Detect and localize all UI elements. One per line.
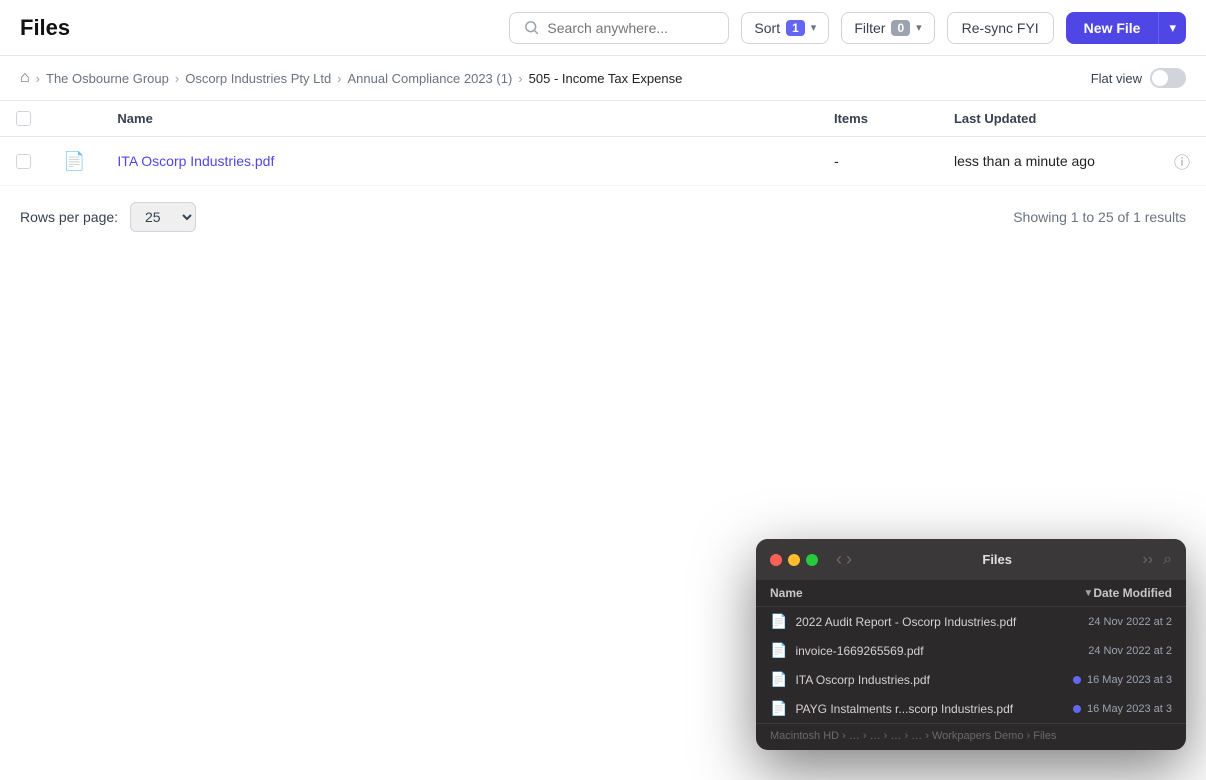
- finder-dot-indicator-2: [1073, 676, 1081, 684]
- finder-file-date-0: 24 Nov 2022 at 2: [1088, 616, 1172, 628]
- finder-forward-button[interactable]: ›: [846, 549, 852, 570]
- breadcrumb: ⌂ › The Osbourne Group › Oscorp Industri…: [0, 56, 1206, 101]
- breadcrumb-sep-1: ›: [175, 71, 179, 86]
- finder-window: ‹ › Files ›› ⌕ Name ▼ Date Modified 📄 20…: [756, 539, 1186, 750]
- finder-expand-icon[interactable]: ››: [1142, 551, 1153, 569]
- filter-button[interactable]: Filter 0 ▾: [841, 12, 934, 44]
- resync-button[interactable]: Re-sync FYI: [947, 12, 1054, 44]
- search-icon: [524, 20, 539, 35]
- header-items: Items: [818, 101, 938, 137]
- breadcrumb-item-3[interactable]: 505 - Income Tax Expense: [529, 71, 683, 86]
- new-file-group: New File ▾: [1066, 12, 1186, 44]
- new-file-chevron-button[interactable]: ▾: [1158, 12, 1186, 44]
- finder-file-date-3: 16 May 2023 at 3: [1087, 703, 1172, 715]
- resync-label: Re-sync FYI: [962, 20, 1039, 36]
- breadcrumb-sep-2: ›: [337, 71, 341, 86]
- row-items-cell: -: [818, 137, 938, 186]
- sort-badge: 1: [786, 20, 805, 36]
- flat-view-toggle: Flat view: [1091, 68, 1186, 88]
- row-name-cell: ITA Oscorp Industries.pdf: [101, 137, 818, 186]
- dot-yellow[interactable]: [788, 554, 800, 566]
- select-all-checkbox[interactable]: [16, 111, 31, 126]
- finder-file-row-2[interactable]: 📄 ITA Oscorp Industries.pdf 16 May 2023 …: [756, 665, 1186, 694]
- toggle-knob: [1152, 70, 1168, 86]
- finder-file-name-2: ITA Oscorp Industries.pdf: [795, 673, 1073, 687]
- finder-date-col-header[interactable]: Date Modified: [1093, 586, 1172, 600]
- row-checkbox-cell: [0, 137, 47, 186]
- finder-path: Macintosh HD › … › … › … › … › Workpaper…: [770, 730, 1056, 742]
- finder-nav: ‹ ›: [836, 549, 852, 570]
- rows-per-page: Rows per page: 25 50 100: [20, 202, 196, 232]
- search-box[interactable]: [509, 12, 729, 44]
- file-table: Name Items Last Updated 📄 ITA Oscorp Ind…: [0, 101, 1206, 186]
- page-title: Files: [20, 15, 70, 41]
- finder-back-button[interactable]: ‹: [836, 549, 842, 570]
- new-file-button[interactable]: New File: [1066, 12, 1159, 44]
- file-icon: 📄: [63, 151, 85, 171]
- finder-file-date-1: 24 Nov 2022 at 2: [1088, 645, 1172, 657]
- finder-file-row-3[interactable]: 📄 PAYG Instalments r...scorp Industries.…: [756, 694, 1186, 723]
- finder-dots: [770, 554, 818, 566]
- pagination-bar: Rows per page: 25 50 100 Showing 1 to 25…: [0, 186, 1206, 248]
- finder-title: Files: [862, 552, 1132, 567]
- finder-file-name-0: 2022 Audit Report - Oscorp Industries.pd…: [795, 615, 1088, 629]
- header-name: Name: [101, 101, 818, 137]
- sort-chevron-icon: ▾: [811, 21, 817, 34]
- filter-badge: 0: [891, 20, 910, 36]
- showing-text: Showing 1 to 25 of 1 results: [1013, 209, 1186, 225]
- finder-file-icon-2: 📄: [770, 671, 787, 688]
- header-actions: [1158, 101, 1206, 137]
- file-link[interactable]: ITA Oscorp Industries.pdf: [117, 153, 274, 169]
- breadcrumb-item-1[interactable]: Oscorp Industries Pty Ltd: [185, 71, 331, 86]
- finder-sort-indicator: ▼: [1083, 588, 1093, 599]
- finder-search-icon[interactable]: ⌕: [1163, 551, 1172, 569]
- finder-nav-right: ›› ⌕: [1142, 551, 1172, 569]
- search-input[interactable]: [547, 20, 707, 36]
- finder-dot-indicator-3: [1073, 705, 1081, 713]
- finder-file-icon-1: 📄: [770, 642, 787, 659]
- filter-chevron-icon: ▾: [916, 21, 922, 34]
- finder-file-row-1[interactable]: 📄 invoice-1669265569.pdf 24 Nov 2022 at …: [756, 636, 1186, 665]
- header-checkbox-col: [0, 101, 47, 137]
- finder-titlebar: ‹ › Files ›› ⌕: [756, 539, 1186, 580]
- table-row: 📄 ITA Oscorp Industries.pdf - less than …: [0, 137, 1206, 186]
- sort-label: Sort: [754, 20, 780, 36]
- top-bar: Files Sort 1 ▾ Filter 0 ▾ Re-sync FYI Ne…: [0, 0, 1206, 56]
- dot-red[interactable]: [770, 554, 782, 566]
- flat-view-label: Flat view: [1091, 71, 1142, 86]
- finder-file-row-0[interactable]: 📄 2022 Audit Report - Oscorp Industries.…: [756, 607, 1186, 636]
- rows-label: Rows per page:: [20, 209, 118, 225]
- finder-file-name-3: PAYG Instalments r...scorp Industries.pd…: [795, 702, 1073, 716]
- row-updated-cell: less than a minute ago: [938, 137, 1158, 186]
- finder-content: 📄 2022 Audit Report - Oscorp Industries.…: [756, 607, 1186, 723]
- row-icon-cell: 📄: [47, 137, 101, 186]
- table-header-row: Name Items Last Updated: [0, 101, 1206, 137]
- dot-green[interactable]: [806, 554, 818, 566]
- finder-col-header: Name ▼ Date Modified: [756, 580, 1186, 607]
- breadcrumb-item-0[interactable]: The Osbourne Group: [46, 71, 169, 86]
- finder-name-col-header[interactable]: Name: [770, 586, 1079, 600]
- finder-file-icon-0: 📄: [770, 613, 787, 630]
- breadcrumb-sep-3: ›: [518, 71, 522, 86]
- flat-view-switch[interactable]: [1150, 68, 1186, 88]
- header-updated: Last Updated: [938, 101, 1158, 137]
- info-icon[interactable]: ⓘ: [1174, 155, 1190, 172]
- row-checkbox[interactable]: [16, 154, 31, 169]
- rows-select[interactable]: 25 50 100: [130, 202, 196, 232]
- breadcrumb-sep-0: ›: [36, 71, 40, 86]
- header-icon-col: [47, 101, 101, 137]
- finder-file-date-2: 16 May 2023 at 3: [1087, 674, 1172, 686]
- filter-label: Filter: [854, 20, 885, 36]
- finder-file-name-1: invoice-1669265569.pdf: [795, 644, 1088, 658]
- sort-button[interactable]: Sort 1 ▾: [741, 12, 829, 44]
- finder-statusbar: Macintosh HD › … › … › … › … › Workpaper…: [756, 723, 1186, 750]
- row-actions-cell: ⓘ: [1158, 137, 1206, 186]
- home-icon[interactable]: ⌂: [20, 69, 30, 87]
- finder-file-icon-3: 📄: [770, 700, 787, 717]
- breadcrumb-item-2[interactable]: Annual Compliance 2023 (1): [348, 71, 513, 86]
